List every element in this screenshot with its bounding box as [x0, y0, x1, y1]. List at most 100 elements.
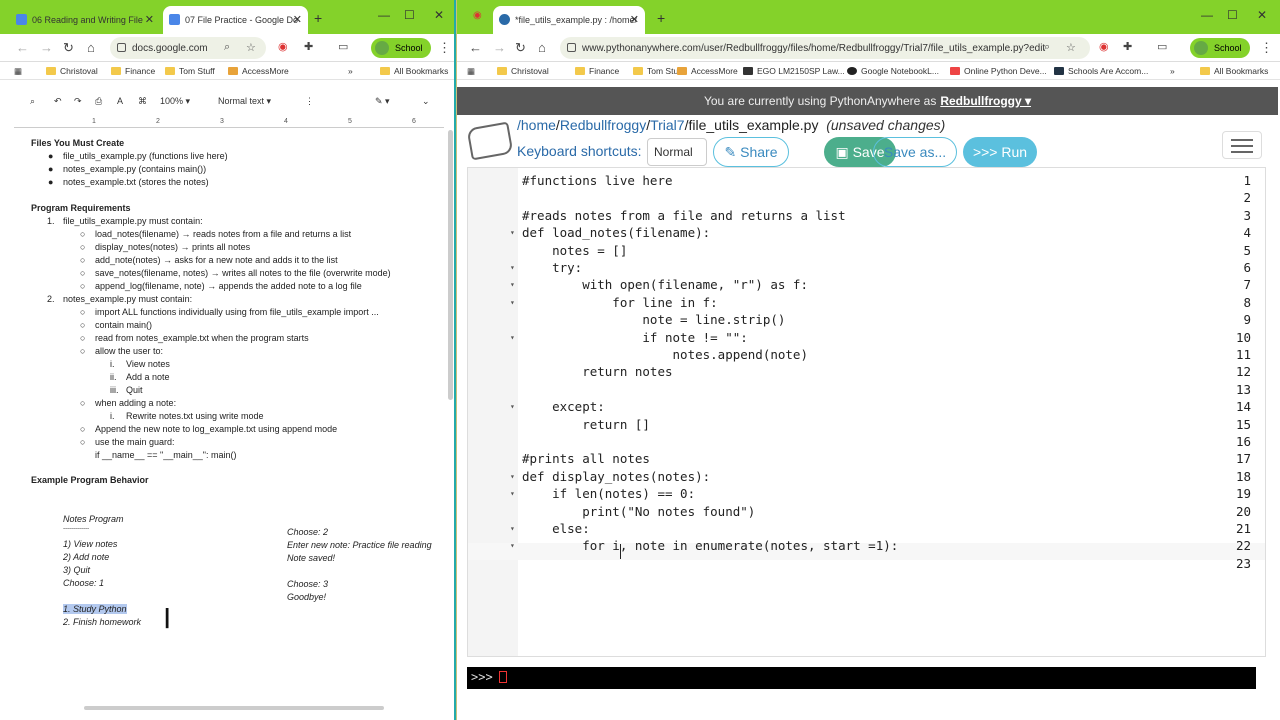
zoom-select[interactable]: 100% ▾	[160, 96, 190, 107]
keyboard-shortcuts-select[interactable]: Normal ⌄	[647, 138, 707, 173]
bookmark-christoval[interactable]: Christoval	[497, 66, 549, 76]
run-button[interactable]: >>> Run	[963, 137, 1037, 167]
profile-button[interactable]: School	[371, 38, 431, 58]
home-icon[interactable]: ⌂	[87, 40, 95, 55]
code-line: notes.append(note)	[522, 347, 808, 362]
horizontal-scrollbar[interactable]	[84, 706, 384, 710]
bookmark-all[interactable]: All Bookmarks	[1200, 66, 1268, 76]
site-info-icon[interactable]	[117, 43, 126, 52]
window-close-icon[interactable]: ✕	[434, 8, 444, 22]
path-folder[interactable]: Trial7	[650, 117, 685, 133]
fold-toggle-icon[interactable]: ▾	[510, 472, 515, 481]
bookmark-ego[interactable]: EGO LM2150SP Law...	[743, 66, 845, 76]
search-icon[interactable]: ⌕	[30, 96, 35, 107]
close-icon[interactable]: ✕	[630, 13, 639, 26]
window-close-icon[interactable]: ✕	[1257, 8, 1267, 22]
print-icon[interactable]: ⎙	[95, 96, 102, 107]
forward-icon[interactable]: →	[40, 40, 53, 55]
sidebar-icon[interactable]: ▭	[1157, 40, 1167, 53]
tab-file-utils[interactable]: *file_utils_example.py : /home/✕	[493, 6, 645, 34]
back-icon[interactable]: ←	[469, 40, 482, 55]
code-editor[interactable]: 1 #functions live here 2 3 #reads notes from…	[467, 167, 1266, 657]
extension-icon[interactable]: ◉	[278, 40, 288, 53]
home-icon[interactable]: ⌂	[538, 40, 546, 55]
new-tab-icon[interactable]: +	[314, 10, 322, 26]
fold-toggle-icon[interactable]: ▾	[510, 489, 515, 498]
address-bar[interactable]: docs.google.com ⌕ ☆	[110, 37, 266, 59]
star-icon[interactable]: ☆	[1066, 41, 1076, 54]
collapse-icon[interactable]: ⌄	[422, 96, 430, 107]
extension-icon[interactable]: ◉	[1099, 40, 1109, 53]
bookmark-notebooklm[interactable]: Google NotebookL...	[847, 66, 939, 76]
vertical-scrollbar[interactable]	[448, 130, 453, 400]
maximize-icon[interactable]: ☐	[404, 8, 415, 22]
edit-mode-icon[interactable]: ✎ ▾	[375, 96, 390, 107]
bookmark-christoval[interactable]: Christoval	[46, 66, 98, 76]
minimize-icon[interactable]: —	[378, 8, 390, 22]
bookmark-finance[interactable]: Finance	[111, 66, 155, 76]
profile-button[interactable]: School	[1190, 38, 1250, 58]
list-item: use the main guard:	[95, 437, 175, 447]
hamburger-menu-icon[interactable]	[1222, 131, 1262, 159]
menu-icon[interactable]: ⋮	[438, 40, 451, 56]
recording-icon[interactable]: ◉	[473, 10, 482, 21]
bullet: ●	[48, 151, 54, 161]
sidebar-icon[interactable]: ▭	[338, 40, 348, 53]
ruler[interactable]: 1 2 3 4 5 6	[14, 118, 444, 128]
fold-toggle-icon[interactable]: ▾	[510, 228, 515, 237]
fold-toggle-icon[interactable]: ▾	[510, 333, 515, 342]
save-as-button[interactable]: Save as...	[873, 137, 957, 167]
pythonanywhere-logo-icon[interactable]	[466, 121, 514, 161]
bookmark-all[interactable]: All Bookmarks	[380, 66, 448, 76]
bookmark-tom-stuff[interactable]: Tom Stuff	[165, 66, 215, 76]
reload-icon[interactable]: ↻	[515, 40, 526, 56]
more-bookmarks-icon[interactable]: »	[1170, 66, 1175, 76]
new-tab-icon[interactable]: +	[657, 10, 665, 26]
forward-icon[interactable]: →	[493, 40, 506, 55]
document-page[interactable]: Files You Must Create ● file_utils_exampl…	[0, 128, 454, 708]
tab-file-practice[interactable]: 07 File Practice - Google Do ✕	[163, 6, 308, 34]
bookmark-tom-stuff[interactable]: Tom Stuff	[633, 66, 683, 76]
close-icon[interactable]: ✕	[145, 13, 154, 26]
paint-format-icon[interactable]: ⌘	[138, 96, 147, 107]
apps-icon[interactable]: ▦	[14, 66, 22, 77]
address-bar[interactable]: www.pythonanywhere.com/user/Redbullfrogg…	[560, 37, 1090, 59]
bookmark-accessmore[interactable]: AccessMore	[228, 66, 289, 76]
fold-toggle-icon[interactable]: ▾	[510, 263, 515, 272]
tab-reading-writing[interactable]: 06 Reading and Writing File ✕	[10, 6, 160, 34]
fold-toggle-icon[interactable]: ▾	[510, 280, 515, 289]
redo-icon[interactable]: ↷	[74, 96, 82, 107]
more-icon[interactable]: ⋮	[305, 96, 314, 107]
bookmark-accessmore[interactable]: AccessMore	[677, 66, 738, 76]
menu-icon[interactable]: ⋮	[1260, 40, 1273, 56]
search-icon[interactable]: ⌕	[224, 41, 230, 54]
tab-bar: 06 Reading and Writing File ✕ 07 File Pra…	[0, 0, 454, 34]
puzzle-icon[interactable]: ✚	[304, 40, 313, 53]
spellcheck-icon[interactable]: A	[117, 96, 123, 106]
undo-icon[interactable]: ↶	[54, 96, 62, 107]
fold-toggle-icon[interactable]: ▾	[510, 524, 515, 533]
minimize-icon[interactable]: —	[1201, 8, 1213, 22]
close-icon[interactable]: ✕	[293, 13, 302, 26]
python-console[interactable]: >>>	[467, 667, 1256, 689]
star-icon[interactable]: ☆	[246, 41, 256, 54]
puzzle-icon[interactable]: ✚	[1123, 40, 1132, 53]
fold-toggle-icon[interactable]: ▾	[510, 402, 515, 411]
back-icon[interactable]: ←	[16, 40, 29, 55]
apps-icon[interactable]: ▦	[467, 66, 475, 77]
fold-toggle-icon[interactable]: ▾	[510, 541, 515, 550]
bookmark-finance[interactable]: Finance	[575, 66, 619, 76]
reload-icon[interactable]: ↻	[63, 40, 74, 56]
path-home[interactable]: /home	[517, 117, 556, 133]
path-user[interactable]: Redbullfroggy	[560, 117, 646, 133]
maximize-icon[interactable]: ☐	[1227, 8, 1238, 22]
site-info-icon[interactable]	[567, 43, 576, 52]
search-icon[interactable]: ⌕	[1044, 41, 1050, 54]
more-bookmarks-icon[interactable]: »	[348, 66, 353, 76]
fold-toggle-icon[interactable]: ▾	[510, 298, 515, 307]
share-button[interactable]: ✎ Share	[713, 137, 789, 167]
bookmark-online-python[interactable]: Online Python Deve...	[950, 66, 1047, 76]
bookmark-schools[interactable]: Schools Are Accom...	[1054, 66, 1148, 76]
user-menu[interactable]: Redbullfroggy ▾	[940, 94, 1031, 108]
style-select[interactable]: Normal text ▾	[218, 96, 271, 107]
